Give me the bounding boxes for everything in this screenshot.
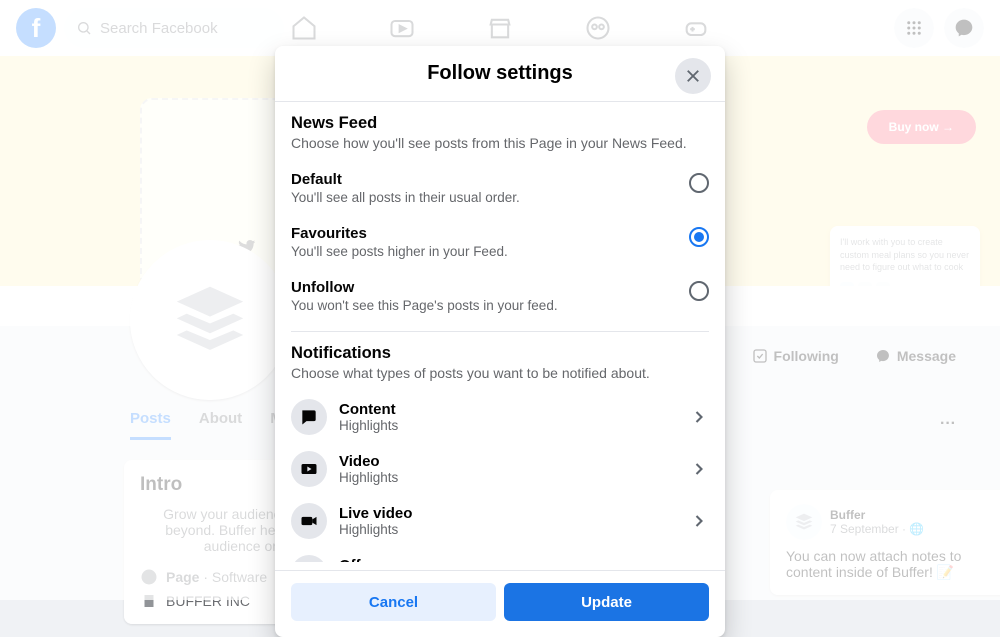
notif-title: Video: [339, 453, 677, 470]
close-button[interactable]: [675, 58, 711, 94]
option-title: Default: [291, 171, 520, 188]
newsfeed-option-unfollow[interactable]: Unfollow You won't see this Page's posts…: [291, 269, 709, 323]
notif-desc: Highlights: [339, 470, 677, 485]
video-icon: [291, 451, 327, 487]
notif-desc: Highlights: [339, 418, 677, 433]
update-button[interactable]: Update: [504, 583, 709, 621]
option-desc: You'll see posts higher in your Feed.: [291, 244, 508, 259]
chevron-right-icon: [689, 459, 709, 479]
modal-body: News Feed Choose how you'll see posts fr…: [275, 102, 725, 562]
chevron-right-icon: [689, 407, 709, 427]
offers-icon: [291, 555, 327, 562]
content-icon: [291, 399, 327, 435]
live-video-icon: [291, 503, 327, 539]
modal-footer: Cancel Update: [275, 570, 725, 637]
option-desc: You'll see all posts in their usual orde…: [291, 190, 520, 205]
close-icon: [684, 67, 702, 85]
chevron-right-icon: [689, 511, 709, 531]
radio-default[interactable]: [689, 173, 709, 193]
newsfeed-option-default[interactable]: Default You'll see all posts in their us…: [291, 161, 709, 215]
notifications-section-title: Notifications: [291, 344, 709, 363]
cancel-button[interactable]: Cancel: [291, 583, 496, 621]
notif-title: Live video: [339, 505, 677, 522]
newsfeed-section-title: News Feed: [291, 114, 709, 133]
modal-header: Follow settings: [275, 46, 725, 102]
newsfeed-option-favourites[interactable]: Favourites You'll see posts higher in yo…: [291, 215, 709, 269]
modal-title: Follow settings: [291, 62, 709, 85]
notif-row-video[interactable]: Video Highlights: [291, 443, 709, 495]
follow-settings-modal: Follow settings News Feed Choose how you…: [275, 46, 725, 637]
notifications-section-sub: Choose what types of posts you want to b…: [291, 365, 709, 381]
radio-favourites[interactable]: [689, 227, 709, 247]
notif-title: Content: [339, 401, 677, 418]
notif-title: Offers: [339, 557, 657, 562]
radio-unfollow[interactable]: [689, 281, 709, 301]
notif-row-offers[interactable]: Offers All limited-time discounts and pr…: [291, 547, 709, 562]
notif-row-live-video[interactable]: Live video Highlights: [291, 495, 709, 547]
notif-desc: Highlights: [339, 522, 677, 537]
option-title: Unfollow: [291, 279, 558, 296]
option-desc: You won't see this Page's posts in your …: [291, 298, 558, 313]
notif-row-content[interactable]: Content Highlights: [291, 391, 709, 443]
newsfeed-section-sub: Choose how you'll see posts from this Pa…: [291, 135, 709, 151]
section-divider: [291, 331, 709, 332]
option-title: Favourites: [291, 225, 508, 242]
